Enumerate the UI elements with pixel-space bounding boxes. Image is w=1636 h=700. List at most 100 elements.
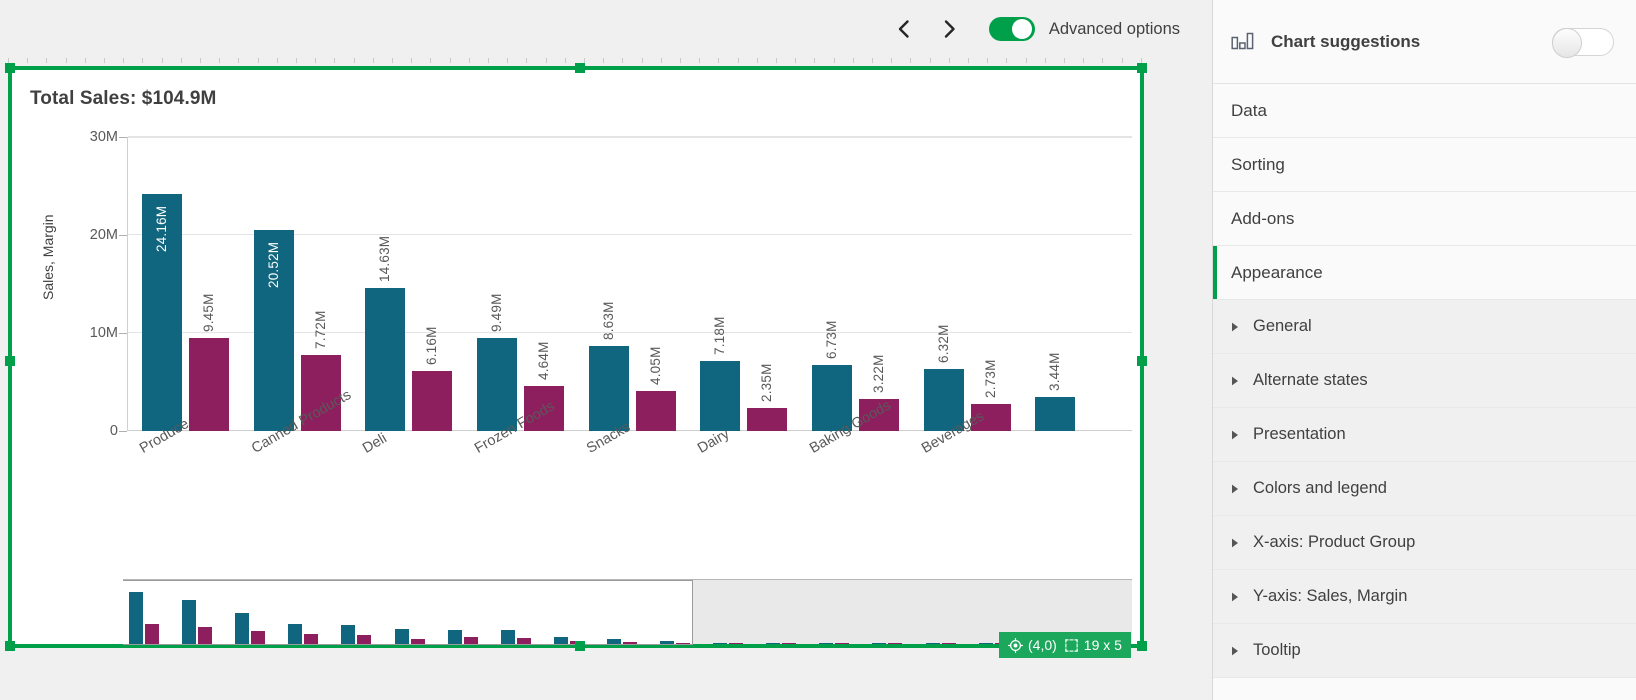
bar-group[interactable]: 9.49M4.64M	[477, 137, 565, 431]
triangle-right-icon[interactable]	[1231, 538, 1251, 548]
panel-section-appearance[interactable]: Appearance	[1213, 246, 1636, 300]
panel-subsection-general[interactable]: General	[1213, 300, 1636, 354]
ruler-tick	[1122, 58, 1123, 63]
chart-suggestions-toggle[interactable]	[1552, 28, 1614, 56]
bar-sales[interactable]	[700, 361, 740, 431]
ruler-tick	[181, 58, 182, 63]
bar-group[interactable]: 24.16M9.45M	[142, 137, 230, 431]
bar-margin[interactable]	[189, 338, 229, 431]
ruler-tick	[546, 58, 547, 63]
triangle-right-icon[interactable]	[1231, 430, 1251, 440]
ruler-tick	[718, 58, 719, 63]
mini-bar-sales	[129, 592, 143, 644]
resize-handle-top-right[interactable]	[1137, 63, 1147, 73]
resize-handle-top-center[interactable]	[575, 63, 585, 73]
resize-handle-bottom-left[interactable]	[5, 641, 15, 651]
ruler-tick	[104, 58, 105, 63]
ruler-tick	[373, 58, 374, 63]
bar-sales[interactable]	[589, 346, 629, 431]
ruler-tick	[603, 58, 604, 63]
panel-subsection-label: Presentation	[1253, 425, 1346, 444]
panel-subsection-colors-and-legend[interactable]: Colors and legend	[1213, 462, 1636, 516]
panel-subsection-presentation[interactable]: Presentation	[1213, 408, 1636, 462]
triangle-right-icon[interactable]	[1231, 646, 1251, 656]
triangle-right-icon[interactable]	[1231, 376, 1251, 386]
mini-bar-margin	[623, 642, 637, 644]
bar-group[interactable]: 3.44M	[1035, 137, 1123, 431]
advanced-options-toggle[interactable]	[989, 17, 1035, 41]
bar-margin[interactable]	[412, 371, 452, 431]
chevron-right-icon[interactable]	[933, 12, 967, 46]
panel-subsection-x-axis-product-group[interactable]: X-axis: Product Group	[1213, 516, 1636, 570]
bar-sales[interactable]	[365, 288, 405, 431]
panel-subsections-list: General Alternate states Presentation Color…	[1213, 300, 1636, 678]
bar-group[interactable]: 14.63M6.16M	[365, 137, 453, 431]
ruler-tick	[1006, 58, 1007, 63]
chevron-left-icon[interactable]	[887, 12, 921, 46]
ruler-tick	[392, 58, 393, 63]
bar-group[interactable]: 20.52M7.72M	[254, 137, 342, 431]
ruler-tick	[219, 58, 220, 63]
ruler-tick	[200, 58, 201, 63]
triangle-right-icon[interactable]	[1231, 592, 1251, 602]
bar-sales[interactable]	[477, 338, 517, 431]
bar-margin[interactable]	[636, 391, 676, 431]
resize-handle-middle-right[interactable]	[1137, 356, 1147, 366]
resize-icon	[1064, 638, 1079, 653]
qlik-chart-editor: Advanced options Total Sales: $104.9M Sa…	[0, 0, 1636, 700]
bar-group[interactable]: 6.32M 2.73M	[924, 137, 1012, 431]
mini-bar-margin	[198, 627, 212, 644]
y-tick-label: 30M	[62, 129, 118, 145]
resize-handle-bottom-right[interactable]	[1137, 641, 1147, 651]
ruler-tick	[162, 58, 163, 63]
ruler-tick	[776, 58, 777, 63]
panel-section-sorting[interactable]: Sorting	[1213, 138, 1636, 192]
panel-subsection-y-axis-sales-margin[interactable]: Y-axis: Sales, Margin	[1213, 570, 1636, 624]
mini-bar-margin	[304, 634, 318, 644]
bar-value-label: 2.73M	[983, 360, 998, 399]
mini-bar-group	[926, 582, 971, 644]
mini-bar-margin	[676, 643, 690, 644]
triangle-right-icon[interactable]	[1231, 484, 1251, 494]
panel-subsection-alternate-states[interactable]: Alternate states	[1213, 354, 1636, 408]
panel-section-add-ons[interactable]: Add-ons	[1213, 192, 1636, 246]
triangle-right-icon[interactable]	[1231, 322, 1251, 332]
ruler-tick	[757, 58, 758, 63]
bar-value-label: 6.32M	[936, 325, 951, 364]
bar-margin[interactable]	[747, 408, 787, 431]
ruler-tick	[334, 58, 335, 63]
ruler-tick	[930, 58, 931, 63]
panel-section-data[interactable]: Data	[1213, 84, 1636, 138]
panel-subsection-label: X-axis: Product Group	[1253, 533, 1415, 552]
ruler-tick	[85, 58, 86, 63]
ruler-tick	[469, 58, 470, 63]
mini-bar-margin	[145, 624, 159, 644]
ruler-tick	[738, 58, 739, 63]
ruler-tick	[949, 58, 950, 63]
panel-subsection-label: General	[1253, 317, 1312, 336]
chart-object-container[interactable]: Total Sales: $104.9M Sales, Margin 010M2…	[8, 66, 1144, 648]
resize-handle-top-left[interactable]	[5, 63, 15, 73]
ruler-tick	[1045, 58, 1046, 63]
ruler-tick	[123, 58, 124, 63]
resize-handle-bottom-center[interactable]	[575, 641, 585, 651]
mini-bar-group	[872, 582, 917, 644]
bar-sales[interactable]	[1035, 397, 1075, 431]
bar-group[interactable]: 8.63M4.05M	[589, 137, 677, 431]
bar-group[interactable]: 7.18M2.35M	[700, 137, 788, 431]
mini-bar-margin	[729, 643, 743, 644]
mini-bar-sales	[288, 624, 302, 644]
bar-group[interactable]: 6.73M3.22M	[812, 137, 900, 431]
chart-scrollbar-overview[interactable]	[123, 579, 1132, 644]
ruler-tick	[450, 58, 451, 63]
mini-bar-sales	[819, 643, 833, 644]
panel-subsection-tooltip[interactable]: Tooltip	[1213, 624, 1636, 678]
x-axis-label[interactable]: Deli	[360, 431, 390, 457]
ruler-ticks	[0, 58, 1212, 66]
mini-bar-group	[554, 582, 599, 644]
status-badge: (4,0) 19 x 5	[999, 632, 1131, 658]
mini-bar-group	[235, 582, 280, 644]
resize-handle-middle-left[interactable]	[5, 356, 15, 366]
ruler-tick	[411, 58, 412, 63]
mini-bar-margin	[835, 643, 849, 644]
